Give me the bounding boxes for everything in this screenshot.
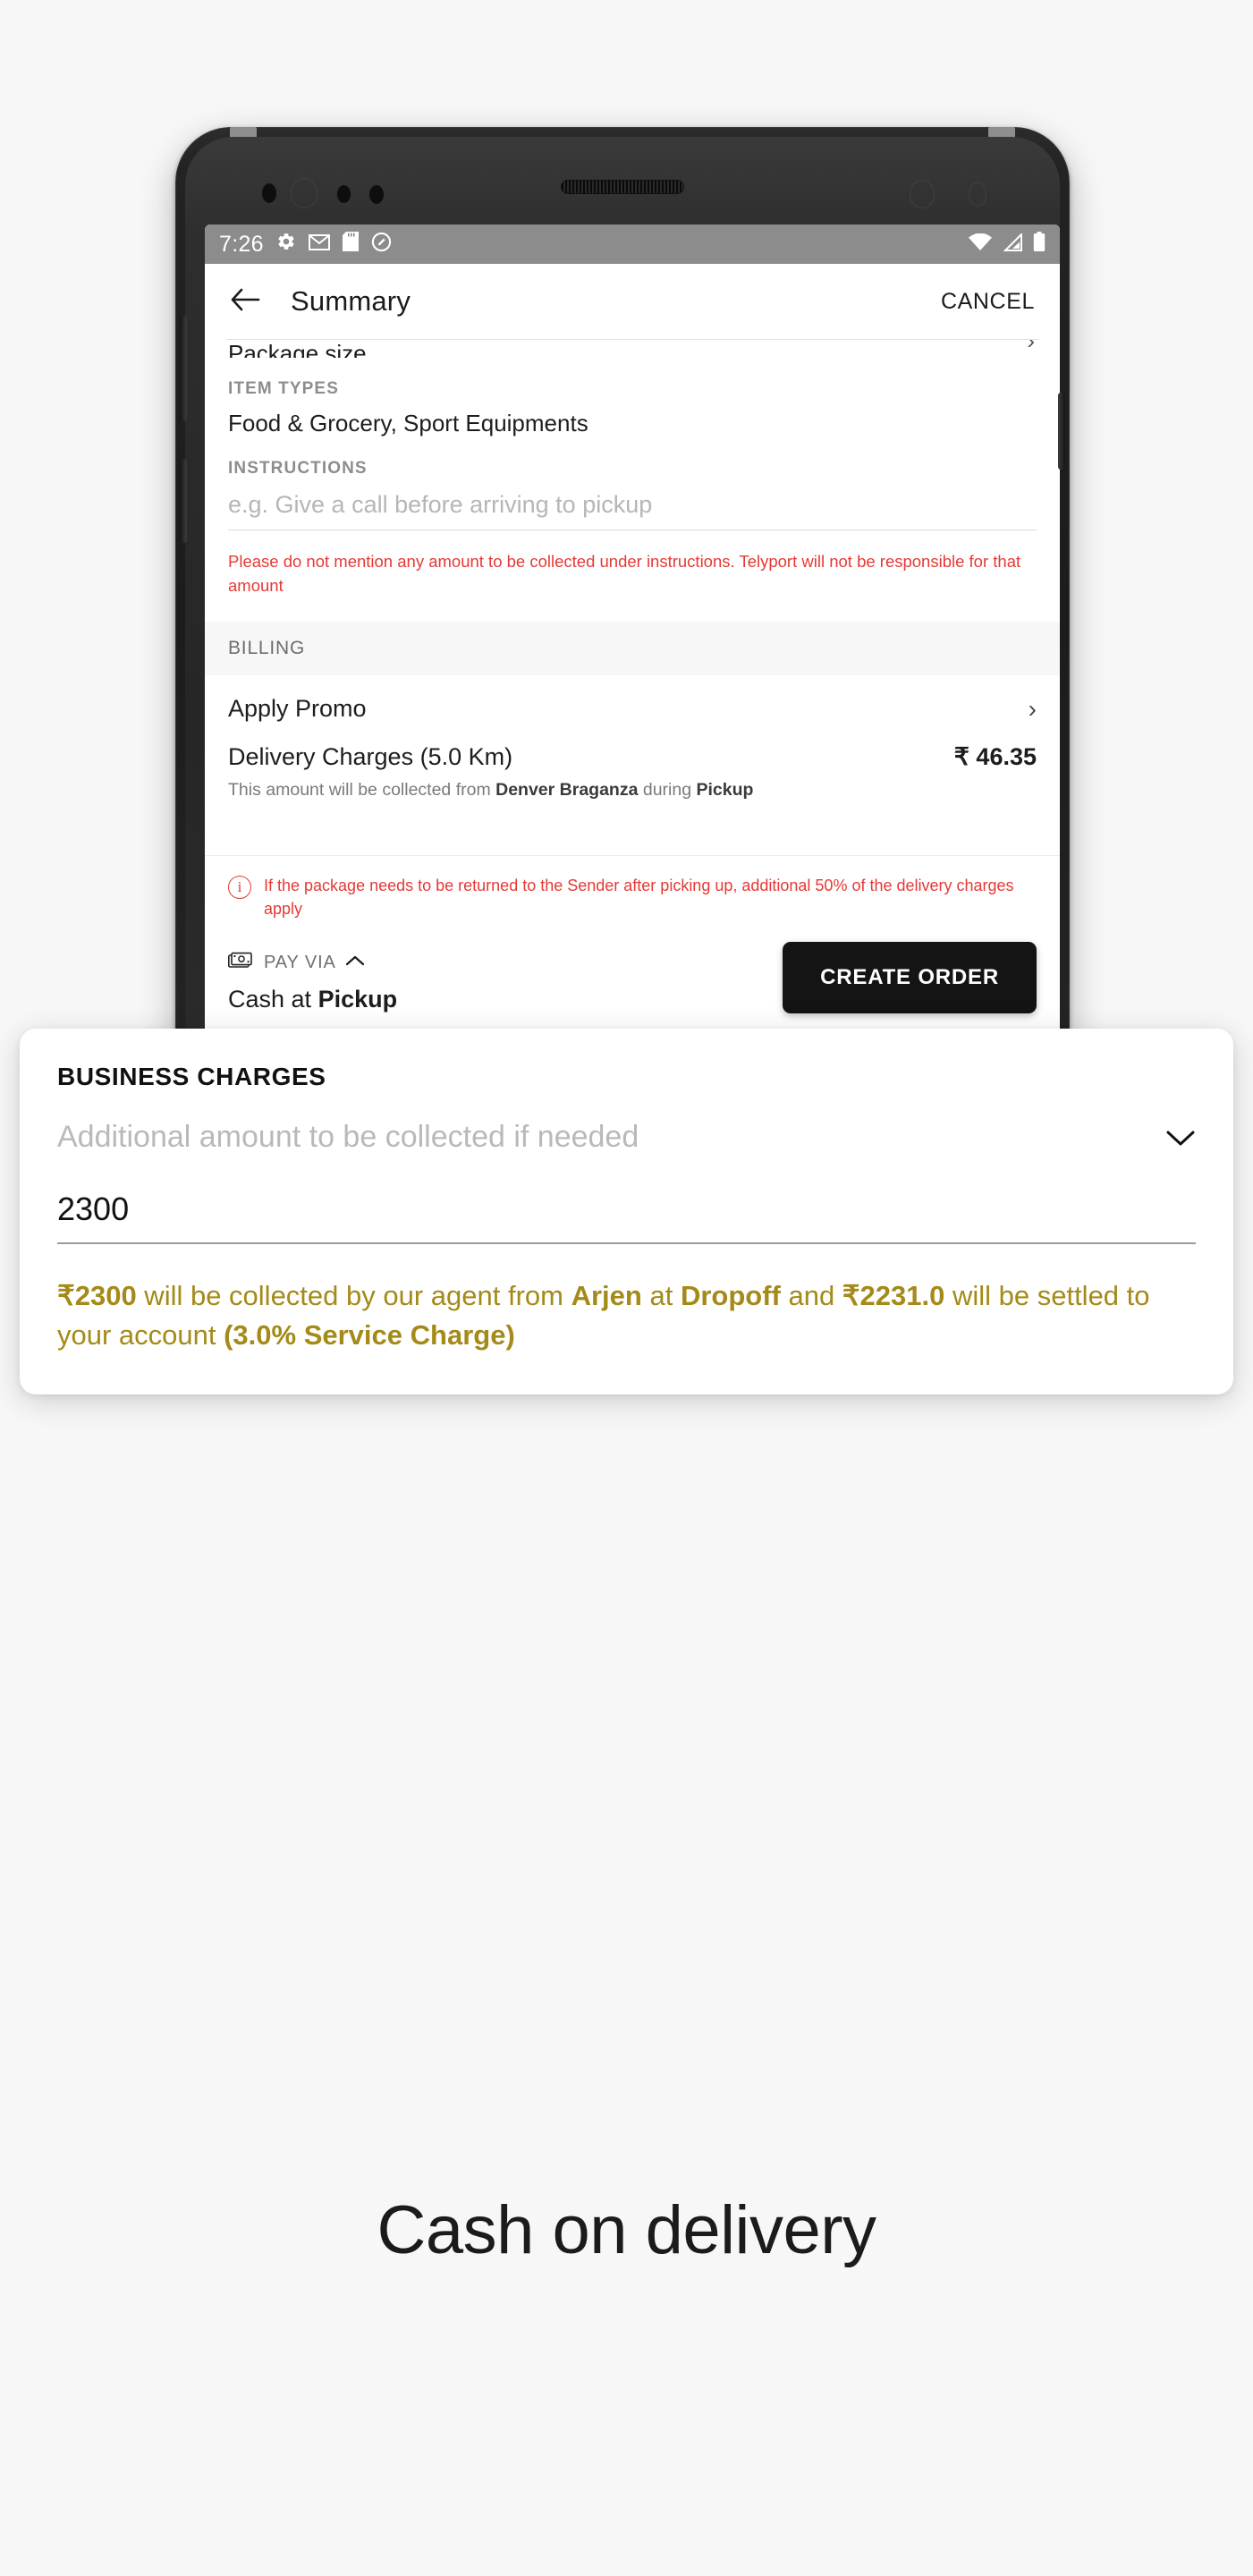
clipped-row-text: Package size [228,340,367,358]
note-person: Arjen [571,1280,642,1311]
summary-content: Package size › ITEM TYPES Food & Grocery… [205,340,1060,801]
phone-screen: 7:26 Summary CANCEL Package size › ITEM … [205,225,1060,1037]
business-charges-amount-input[interactable]: 2300 [57,1191,1196,1244]
front-camera-icon [291,178,317,208]
sd-card-icon [342,232,359,257]
pay-method-stage: Pickup [317,986,398,1013]
delivery-charges-label: Delivery Charges (5.0 Km) [228,742,513,770]
status-bar-time: 7:26 [219,231,264,257]
gmail-icon [308,233,330,257]
app-bar: Summary CANCEL [205,264,1060,339]
chevron-right-icon: › [1028,694,1037,723]
business-charges-select-placeholder: Additional amount to be collected if nee… [57,1120,639,1154]
pay-via-label: PAY VIA [264,953,336,972]
apply-promo-label: Apply Promo [228,695,367,723]
earpiece-speaker-icon [561,180,684,194]
item-types-value: Food & Grocery, Sport Equipments [228,410,588,436]
note-amount: ₹2300 [57,1280,137,1311]
wifi-icon [969,233,992,257]
collected-note: This amount will be collected from Denve… [205,771,1060,801]
note-stage: Dropoff [680,1280,781,1311]
note-t1: will be collected by our agent from [136,1280,571,1311]
side-button-right[interactable] [1058,393,1065,470]
chevron-right-icon: › [1027,340,1035,354]
battery-icon [1033,232,1046,257]
business-charges-title: BUSINESS CHARGES [57,1063,326,1090]
collected-note-prefix: This amount will be collected from [228,779,496,800]
pay-method: Cash at Pickup [228,986,397,1013]
return-policy-strip: i If the package needs to be returned to… [205,854,1060,936]
android-q-icon [371,232,392,258]
cancel-button[interactable]: CANCEL [941,289,1035,315]
gear-icon [276,232,296,257]
business-charges-card: BUSINESS CHARGES Additional amount to be… [20,1029,1233,1395]
note-service-charge: (3.0% Service Charge) [224,1319,515,1352]
status-bar: 7:26 [205,225,1060,264]
ir-sensor-icon [369,185,384,204]
phone-inner-frame: 7:26 Summary CANCEL Package size › ITEM … [180,137,1065,1106]
secondary-camera-icon [910,180,935,208]
proximity-sensor-icon [262,183,276,203]
cash-icon [228,951,255,975]
delivery-charges-amount: ₹ 46.35 [953,742,1037,770]
mic-icon [969,182,986,207]
phone-device: 7:26 Summary CANCEL Package size › ITEM … [175,127,1070,1106]
signal-icon [1003,232,1022,257]
checkout-footer: i If the package needs to be returned to… [205,854,1060,1037]
instructions-warning: Please do not mention any amount to be c… [228,552,1021,595]
back-arrow-icon[interactable] [230,288,260,316]
status-bar-left: 7:26 [219,232,392,258]
instructions-label: INSTRUCTIONS [228,459,368,478]
note-t3: and [780,1280,842,1311]
return-policy-text: If the package needs to be returned to t… [264,876,1014,918]
instructions-section: INSTRUCTIONS e.g. Give a call before arr… [205,459,1060,598]
page-title: Summary [291,285,411,317]
business-charges-note: ₹2300 will be collected by our agent fro… [57,1276,1196,1355]
business-charges-select[interactable]: Additional amount to be collected if nee… [57,1120,1196,1160]
page-caption: Cash on delivery [377,2192,876,2268]
create-order-button[interactable]: CREATE ORDER [783,942,1037,1013]
light-sensor-icon [337,185,351,203]
pay-via-header: PAY VIA [228,951,397,975]
clipped-scrolled-row: Package size › [205,340,1060,358]
chevron-up-icon[interactable] [345,954,365,971]
item-types-section: ITEM TYPES Food & Grocery, Sport Equipme… [205,379,1060,437]
phone-body: 7:26 Summary CANCEL Package size › ITEM … [175,127,1070,1106]
item-types-label: ITEM TYPES [228,379,339,398]
collected-note-mid: during [638,779,697,800]
chevron-down-icon[interactable] [1165,1123,1196,1153]
collected-when: Pickup [696,779,754,800]
top-bezel [185,146,1060,228]
delivery-charges-row: Delivery Charges (5.0 Km) ₹ 46.35 [205,724,1060,771]
collected-from-name: Denver Braganza [495,779,639,800]
pay-method-prefix: Cash at [228,986,318,1013]
instructions-input[interactable]: e.g. Give a call before arriving to pick… [228,491,1037,530]
status-bar-right [969,232,1046,257]
info-icon: i [228,875,251,899]
power-button[interactable] [180,316,187,421]
apply-promo-row[interactable]: Apply Promo › [205,675,1060,724]
note-settled: ₹2231.0 [842,1280,945,1311]
note-t2: at [641,1280,681,1311]
pay-row: PAY VIA Cash at Pickup CREATE ORDER [205,936,1060,1037]
billing-header: BILLING [205,621,1060,675]
volume-button[interactable] [180,459,187,543]
pay-via-block[interactable]: PAY VIA Cash at Pickup [228,951,397,1013]
